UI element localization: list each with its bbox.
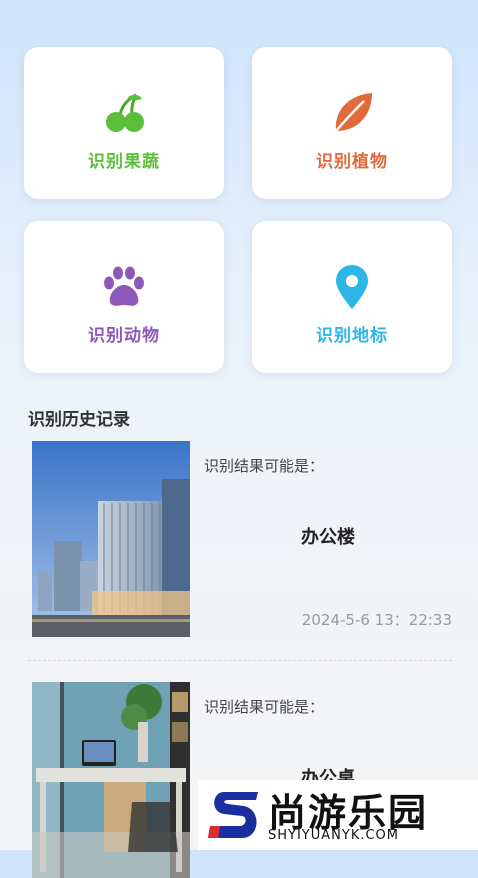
- location-pin-icon: [328, 263, 376, 311]
- result-name: 办公楼: [301, 527, 355, 548]
- divider: [28, 660, 452, 661]
- card-label: 识别地标: [316, 326, 388, 346]
- paw-icon: [100, 263, 148, 311]
- card-landmark[interactable]: 识别地标: [252, 221, 452, 373]
- history-record[interactable]: 识别结果可能是： 办公楼 2024-5-6 13：22:33: [32, 441, 452, 637]
- leaf-icon: [328, 89, 376, 137]
- office-desk-photo: [32, 682, 190, 878]
- watermark-url: SHYIYUANYK.COM: [268, 828, 399, 843]
- card-label: 识别果蔬: [88, 152, 160, 172]
- cherry-icon: [100, 89, 148, 137]
- brand-logo-icon: [208, 792, 258, 838]
- history-title: 识别历史记录: [28, 410, 130, 430]
- card-animal[interactable]: 识别动物: [24, 221, 224, 373]
- result-caption: 识别结果可能是：: [204, 457, 325, 475]
- watermark: 尚游乐园 SHYIYUANYK.COM: [198, 780, 478, 850]
- result-time: 2024-5-6 13：22:33: [301, 611, 452, 629]
- office-building-photo: [32, 441, 190, 637]
- card-fruit-vegetable[interactable]: 识别果蔬: [24, 47, 224, 199]
- card-plant[interactable]: 识别植物: [252, 47, 452, 199]
- card-label: 识别植物: [316, 152, 388, 172]
- result-caption: 识别结果可能是：: [204, 698, 325, 716]
- card-label: 识别动物: [88, 326, 160, 346]
